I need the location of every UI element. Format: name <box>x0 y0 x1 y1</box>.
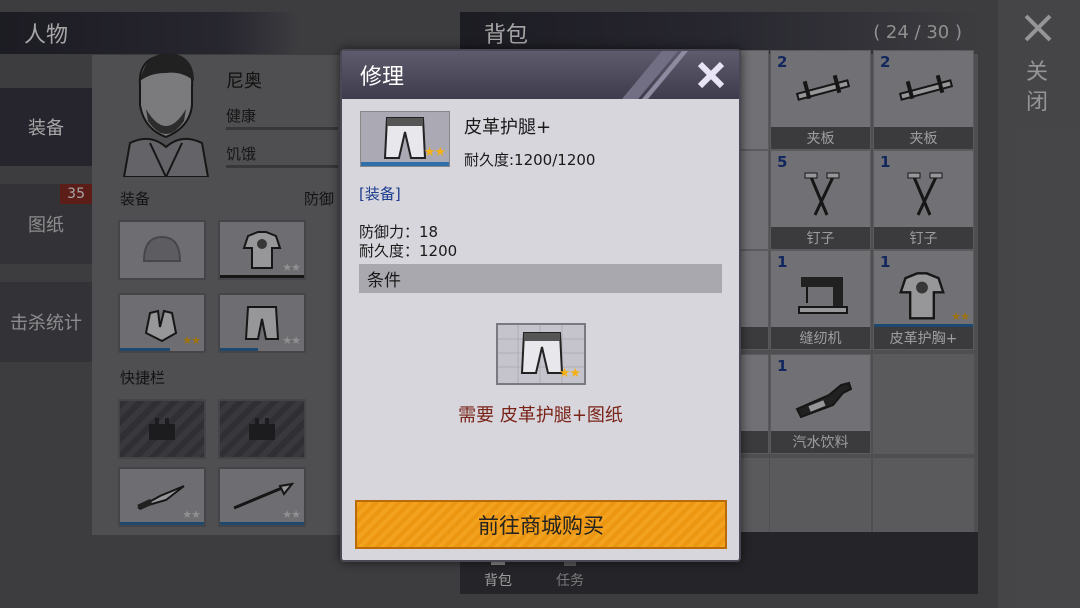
durability-stat: 耐久度：1200 <box>359 242 458 260</box>
leather-legs-icon <box>383 117 427 159</box>
go-to-shop-label: 前往商城购买 <box>478 513 604 538</box>
leather-legs-icon <box>520 332 564 374</box>
item-type-tag: [装备] <box>359 185 401 203</box>
close-dialog-button[interactable] <box>693 57 729 93</box>
close-icon <box>697 61 725 89</box>
blueprint-requirement-icon: ★★ <box>496 323 586 385</box>
item-name: 皮革护腿+ <box>464 117 552 138</box>
go-to-shop-button[interactable]: 前往商城购买 <box>355 500 727 549</box>
repair-dialog: 修理 ★★ 皮革护腿+ 耐久度:1200/1200 [装备] 防御力：18 耐久… <box>340 49 741 562</box>
conditions-section: 条件 <box>359 264 722 293</box>
repair-dialog-title: 修理 <box>360 65 405 90</box>
defense-stat: 防御力：18 <box>359 223 439 241</box>
header-decoration <box>622 51 688 99</box>
durability-bar <box>361 162 449 166</box>
conditions-label: 条件 <box>367 271 401 291</box>
repair-item-icon: ★★ <box>360 111 450 167</box>
requirement-text: 需要 皮革护腿+图纸 <box>458 405 623 426</box>
rating-stars: ★★ <box>423 145 446 160</box>
rating-stars: ★★ <box>558 366 581 381</box>
repair-dialog-header: 修理 <box>342 51 739 99</box>
item-durability: 耐久度:1200/1200 <box>464 151 596 169</box>
